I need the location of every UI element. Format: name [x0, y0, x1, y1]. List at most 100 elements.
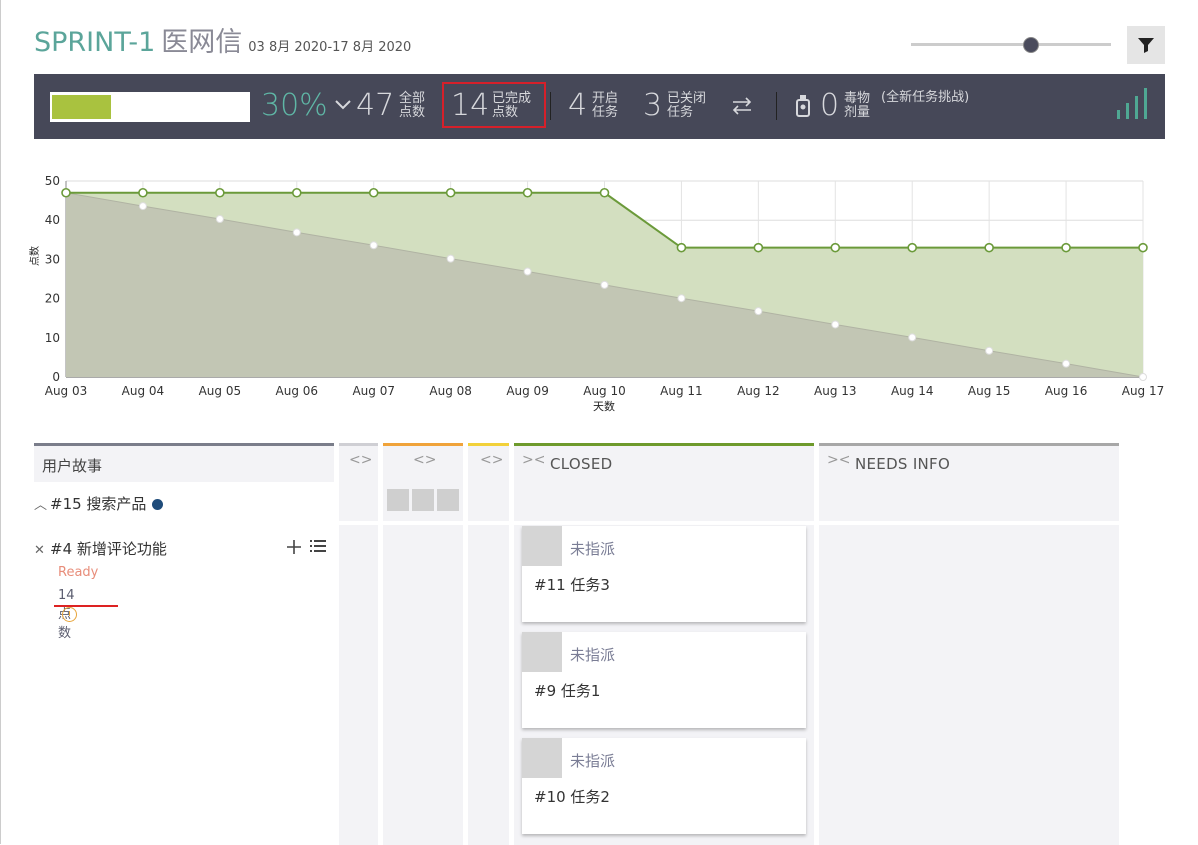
expand-column-icon[interactable]: <>: [480, 452, 503, 468]
burndown-chart: 01020304050 Aug 03 Aug 04 Aug 05 Aug 06 Aug …: [28, 174, 1165, 413]
actual-point: [1061, 242, 1071, 253]
expand-column-icon[interactable]: <>: [413, 452, 436, 468]
open-tasks: 4: [568, 88, 588, 123]
x-tick-label: Aug 09: [506, 384, 549, 398]
ideal-point: [369, 241, 378, 250]
ideal-point: [446, 254, 455, 263]
ideal-point: [138, 202, 147, 211]
story-status[interactable]: Ready: [58, 565, 98, 580]
actual-point: [907, 242, 918, 253]
zoom-slider-handle[interactable]: [1023, 37, 1039, 53]
x-tick-label: Aug 17: [1122, 384, 1165, 398]
story-title[interactable]: #4 新增评论功能: [50, 540, 167, 558]
column-needs-info: >< NEEDS INFO: [819, 443, 1119, 521]
zoom-slider-track[interactable]: [911, 43, 1111, 46]
y-tick-label: 10: [45, 331, 60, 345]
column-new: <>: [339, 443, 378, 521]
y-tick-label: 30: [45, 252, 60, 266]
avatar: [437, 489, 459, 511]
story-row[interactable]: ✕ #4 新增评论功能: [34, 538, 167, 559]
sprint-stats-bar: 30% 47 全部 点数 14 已完成 点数 4 开启 任务 3 已关闭 任务 0 毒物…: [34, 74, 1165, 139]
y-tick-label: 40: [45, 213, 60, 227]
divider: [550, 92, 551, 120]
bulk-add-icon[interactable]: [309, 539, 327, 555]
completed-points-label: 已完成 点数: [492, 91, 532, 120]
avatar: [522, 632, 562, 672]
progress-bar: [50, 92, 250, 122]
y-tick-label: 20: [45, 292, 60, 306]
ideal-point: [1139, 373, 1147, 381]
actual-point: [676, 242, 687, 253]
collapse-column-icon[interactable]: ><: [827, 452, 850, 468]
expand-column-icon[interactable]: <>: [349, 452, 372, 468]
actual-point: [984, 242, 994, 253]
sprint-name: SPRINT-1: [34, 27, 156, 58]
expand-icon[interactable]: ︿: [34, 494, 50, 513]
card-title[interactable]: #9 任务1: [534, 680, 600, 701]
ideal-point: [831, 320, 840, 329]
avatar-group: [387, 489, 459, 511]
iocaine-count: 0: [820, 88, 840, 123]
story-title[interactable]: #15 搜索产品: [50, 495, 146, 513]
filter-icon: [1138, 38, 1154, 53]
actual-point: [368, 187, 379, 198]
x-tick-label: Aug 10: [583, 384, 626, 398]
ideal-point: [1062, 359, 1071, 368]
actual-point: [522, 187, 533, 198]
status-dot: [152, 499, 164, 510]
column-body: [819, 525, 1119, 845]
column-body: [468, 525, 509, 845]
column-in-progress: <>: [383, 443, 463, 521]
user-stories-header: 用户故事: [34, 443, 334, 482]
collapse-column-icon[interactable]: ><: [522, 452, 545, 468]
signal-bars-icon[interactable]: [1116, 86, 1150, 120]
avatar: [387, 489, 409, 511]
task-card[interactable]: 未指派 #11 任务3: [522, 526, 806, 622]
card-title[interactable]: #11 任务3: [534, 574, 610, 595]
completed-points: 14: [451, 88, 490, 123]
x-tick-label: Aug 13: [814, 384, 857, 398]
story-row[interactable]: ︿ #15 搜索产品: [34, 493, 164, 514]
add-task-icon[interactable]: [286, 539, 302, 555]
page-title: SPRINT-1 医网信 03 8月 2020-17 8月 2020: [34, 20, 411, 59]
ideal-point: [985, 346, 994, 355]
column-body: [339, 525, 378, 845]
actual-point: [445, 187, 456, 198]
task-card[interactable]: 未指派 #10 任务2: [522, 738, 806, 834]
x-tick-label: Aug 07: [352, 384, 395, 398]
column-bar: [819, 443, 1119, 446]
ideal-point: [908, 333, 917, 342]
taskboard-page: SPRINT-1 医网信 03 8月 2020-17 8月 2020 30% 47 …: [0, 0, 1198, 845]
column-ready: <>: [468, 443, 509, 521]
ideal-point: [523, 267, 532, 276]
ideal-point: [677, 294, 686, 303]
column-bar: [468, 443, 509, 446]
clock-icon: [62, 607, 77, 622]
card-assignee[interactable]: 未指派: [570, 538, 615, 559]
chevron-down-icon[interactable]: [334, 99, 352, 111]
total-points-label: 全部 点数: [399, 91, 426, 120]
x-tick-labels: Aug 03 Aug 04 Aug 05 Aug 06 Aug 07 Aug 08 Aug …: [45, 384, 1165, 398]
avatar: [522, 738, 562, 778]
filter-button[interactable]: [1127, 26, 1165, 64]
x-tick-label: Aug 08: [429, 384, 472, 398]
progress-bar-fill: [52, 95, 111, 119]
swap-arrows-icon[interactable]: [731, 96, 753, 116]
actual-point: [1138, 242, 1148, 253]
actual-point: [215, 187, 225, 198]
x-tick-label: Aug 14: [891, 384, 934, 398]
x-tick-label: Aug 06: [276, 384, 319, 398]
y-tick-labels: 0 10 20 30 40 50: [45, 174, 60, 384]
actual-point: [830, 242, 841, 253]
card-title[interactable]: #10 任务2: [534, 786, 610, 807]
closed-tasks-label: 已关闭 任务: [667, 91, 707, 120]
x-axis-label: 天数: [593, 400, 615, 413]
card-assignee[interactable]: 未指派: [570, 644, 615, 665]
open-tasks-label: 开启 任务: [592, 91, 619, 120]
task-card[interactable]: 未指派 #9 任务1: [522, 632, 806, 728]
collapse-icon[interactable]: ✕: [34, 543, 50, 558]
avatar: [412, 489, 434, 511]
actual-point: [138, 187, 148, 198]
column-closed: >< CLOSED: [514, 443, 814, 521]
card-assignee[interactable]: 未指派: [570, 750, 615, 771]
